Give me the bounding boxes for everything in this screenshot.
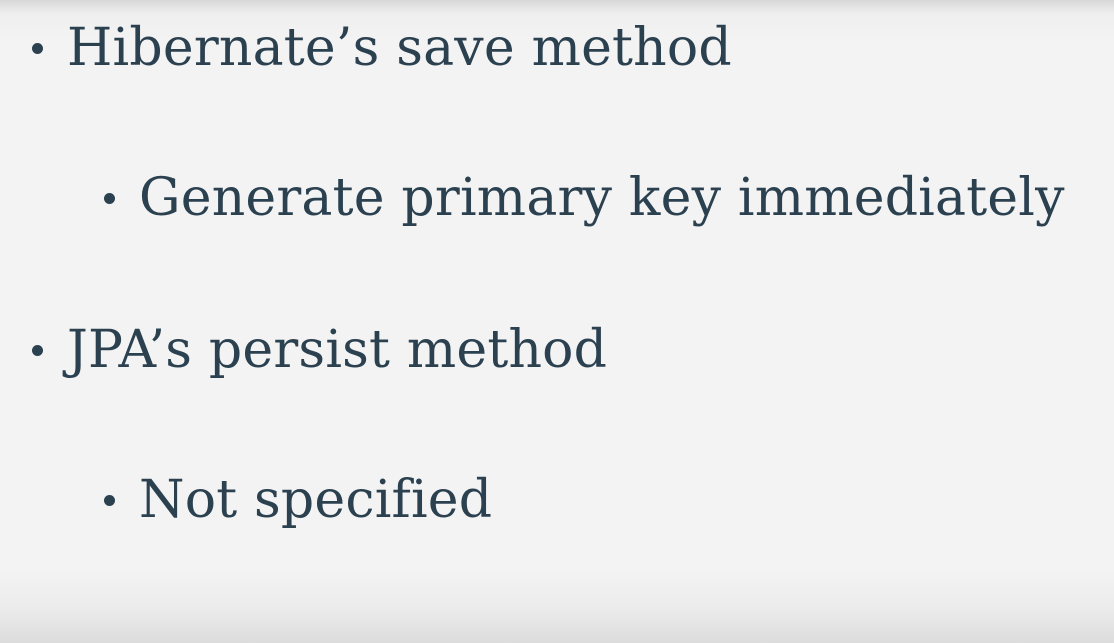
bullet-text: Hibernate’s save method bbox=[67, 18, 732, 78]
sub-bullet-item-not-specified: Not specified bbox=[104, 474, 492, 526]
bullet-text: JPA’s persist method bbox=[67, 320, 608, 380]
bullet-dot-icon bbox=[32, 42, 43, 54]
bullet-dot-icon bbox=[104, 494, 115, 506]
sub-bullet-item-generate-key: Generate primary key immediately bbox=[104, 172, 1065, 224]
bullet-text: Not specified bbox=[139, 470, 493, 530]
bullet-item-hibernate-save: Hibernate’s save method bbox=[32, 22, 732, 74]
bullet-text: Generate primary key immediately bbox=[139, 168, 1065, 228]
bullet-dot-icon bbox=[104, 192, 115, 204]
bullet-dot-icon bbox=[32, 344, 43, 356]
bullet-item-jpa-persist: JPA’s persist method bbox=[32, 324, 607, 376]
slide: Hibernate’s save method Generate primary… bbox=[0, 0, 1114, 643]
